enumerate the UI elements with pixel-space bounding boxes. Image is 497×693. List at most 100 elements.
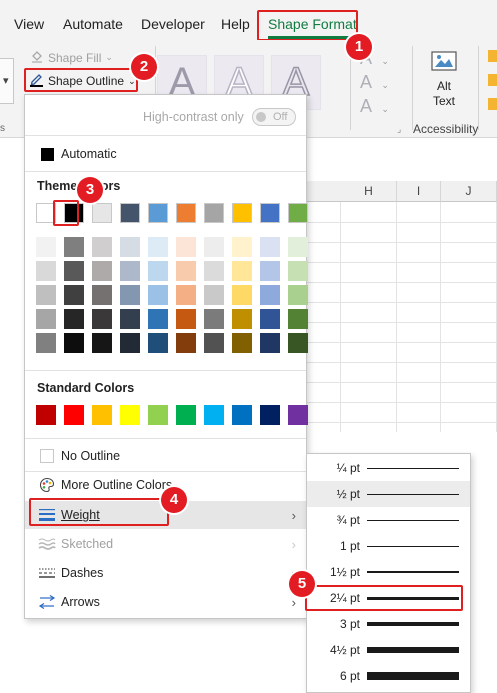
standard-color-swatch[interactable] <box>92 405 112 425</box>
tab-view[interactable]: View <box>14 16 44 32</box>
no-outline-item[interactable]: No Outline <box>25 442 306 470</box>
text-effects-button[interactable]: A ⌄ <box>360 96 389 117</box>
wordart-gallery-scroll[interactable] <box>324 58 334 118</box>
theme-shade-swatch[interactable] <box>64 285 84 305</box>
theme-shade-swatch[interactable] <box>176 285 196 305</box>
theme-color-swatch[interactable] <box>204 203 224 223</box>
theme-shade-swatch[interactable] <box>232 309 252 329</box>
theme-shade-swatch[interactable] <box>92 237 112 257</box>
theme-shade-swatch[interactable] <box>260 237 280 257</box>
standard-color-swatch[interactable] <box>288 405 308 425</box>
theme-shade-swatch[interactable] <box>64 237 84 257</box>
sketched-item[interactable]: Sketched › <box>25 530 306 558</box>
column-header-j[interactable]: J <box>441 181 497 202</box>
theme-shade-swatch[interactable] <box>232 285 252 305</box>
theme-color-swatch[interactable] <box>92 203 112 223</box>
theme-shade-swatch[interactable] <box>288 285 308 305</box>
send-backward-icon[interactable] <box>488 74 497 86</box>
tab-help[interactable]: Help <box>221 16 250 32</box>
standard-color-swatch[interactable] <box>176 405 196 425</box>
weight-option[interactable]: ¼ pt <box>307 455 470 481</box>
theme-color-swatch[interactable] <box>288 203 308 223</box>
theme-shade-swatch[interactable] <box>176 261 196 281</box>
theme-shade-swatch[interactable] <box>92 309 112 329</box>
automatic-color-item[interactable]: Automatic <box>25 140 306 168</box>
weight-option[interactable]: 1½ pt <box>307 559 470 585</box>
theme-shade-swatch[interactable] <box>120 333 140 353</box>
shape-fill-button[interactable]: Shape Fill ⌄ <box>30 49 113 66</box>
weight-option[interactable]: ¾ pt <box>307 507 470 533</box>
standard-color-swatch[interactable] <box>36 405 56 425</box>
column-header-h[interactable]: H <box>341 181 397 202</box>
theme-shade-swatch[interactable] <box>120 237 140 257</box>
theme-color-swatch[interactable] <box>120 203 140 223</box>
theme-shade-swatch[interactable] <box>36 261 56 281</box>
theme-shade-swatch[interactable] <box>148 333 168 353</box>
theme-color-swatch[interactable] <box>260 203 280 223</box>
theme-shade-swatch[interactable] <box>92 261 112 281</box>
shape-gallery-edge[interactable]: ▾ <box>0 58 14 104</box>
standard-color-swatch[interactable] <box>148 405 168 425</box>
theme-shade-swatch[interactable] <box>92 285 112 305</box>
weight-option[interactable]: 4½ pt <box>307 637 470 663</box>
high-contrast-toggle[interactable]: Off <box>252 108 296 126</box>
tab-developer[interactable]: Developer <box>141 16 205 32</box>
theme-color-swatch[interactable] <box>232 203 252 223</box>
text-outline-button[interactable]: A ⌄ <box>360 72 389 93</box>
theme-shade-swatch[interactable] <box>64 261 84 281</box>
theme-shade-swatch[interactable] <box>36 237 56 257</box>
theme-shade-swatch[interactable] <box>120 261 140 281</box>
weight-option[interactable]: ½ pt <box>307 481 470 507</box>
standard-color-swatch[interactable] <box>120 405 140 425</box>
theme-shade-swatch[interactable] <box>260 285 280 305</box>
theme-shade-swatch[interactable] <box>176 309 196 329</box>
theme-shade-swatch[interactable] <box>288 237 308 257</box>
theme-shade-swatch[interactable] <box>204 333 224 353</box>
theme-shade-swatch[interactable] <box>176 237 196 257</box>
standard-color-swatch[interactable] <box>260 405 280 425</box>
theme-shade-swatch[interactable] <box>204 261 224 281</box>
theme-shade-swatch[interactable] <box>148 261 168 281</box>
theme-shade-swatch[interactable] <box>288 261 308 281</box>
tab-automate[interactable]: Automate <box>63 16 123 32</box>
theme-shade-swatch[interactable] <box>120 285 140 305</box>
theme-shade-swatch[interactable] <box>36 309 56 329</box>
theme-shade-swatch[interactable] <box>288 309 308 329</box>
theme-shade-swatch[interactable] <box>204 285 224 305</box>
theme-shade-swatch[interactable] <box>204 237 224 257</box>
weight-option[interactable]: 1 pt <box>307 533 470 559</box>
theme-shade-swatch[interactable] <box>148 237 168 257</box>
weight-option[interactable]: 3 pt <box>307 611 470 637</box>
selection-pane-icon[interactable] <box>488 98 497 110</box>
theme-shade-swatch[interactable] <box>36 285 56 305</box>
theme-shade-swatch[interactable] <box>260 309 280 329</box>
theme-color-swatch[interactable] <box>148 203 168 223</box>
dialog-launcher-icon[interactable]: ⌟ <box>397 124 401 135</box>
theme-shade-swatch[interactable] <box>64 309 84 329</box>
theme-shade-swatch[interactable] <box>260 261 280 281</box>
theme-shade-swatch[interactable] <box>120 309 140 329</box>
theme-color-swatch[interactable] <box>176 203 196 223</box>
standard-color-swatch[interactable] <box>204 405 224 425</box>
theme-shade-swatch[interactable] <box>232 333 252 353</box>
column-header-i[interactable]: I <box>397 181 441 202</box>
alt-text-button[interactable]: Alt Text <box>426 50 462 114</box>
weight-option[interactable]: 6 pt <box>307 663 470 689</box>
theme-shade-swatch[interactable] <box>148 309 168 329</box>
theme-shade-swatch[interactable] <box>288 333 308 353</box>
dashes-item[interactable]: Dashes › <box>25 559 306 587</box>
theme-shade-swatch[interactable] <box>64 333 84 353</box>
theme-shade-swatch[interactable] <box>204 309 224 329</box>
arrows-item[interactable]: Arrows › <box>25 588 306 616</box>
theme-shade-swatch[interactable] <box>232 261 252 281</box>
automatic-swatch-icon <box>37 146 57 162</box>
standard-color-swatch[interactable] <box>232 405 252 425</box>
theme-shade-swatch[interactable] <box>260 333 280 353</box>
theme-shade-swatch[interactable] <box>148 285 168 305</box>
theme-shade-swatch[interactable] <box>92 333 112 353</box>
theme-shade-swatch[interactable] <box>36 333 56 353</box>
standard-color-swatch[interactable] <box>64 405 84 425</box>
theme-shade-swatch[interactable] <box>176 333 196 353</box>
bring-forward-icon[interactable] <box>488 50 497 62</box>
theme-shade-swatch[interactable] <box>232 237 252 257</box>
